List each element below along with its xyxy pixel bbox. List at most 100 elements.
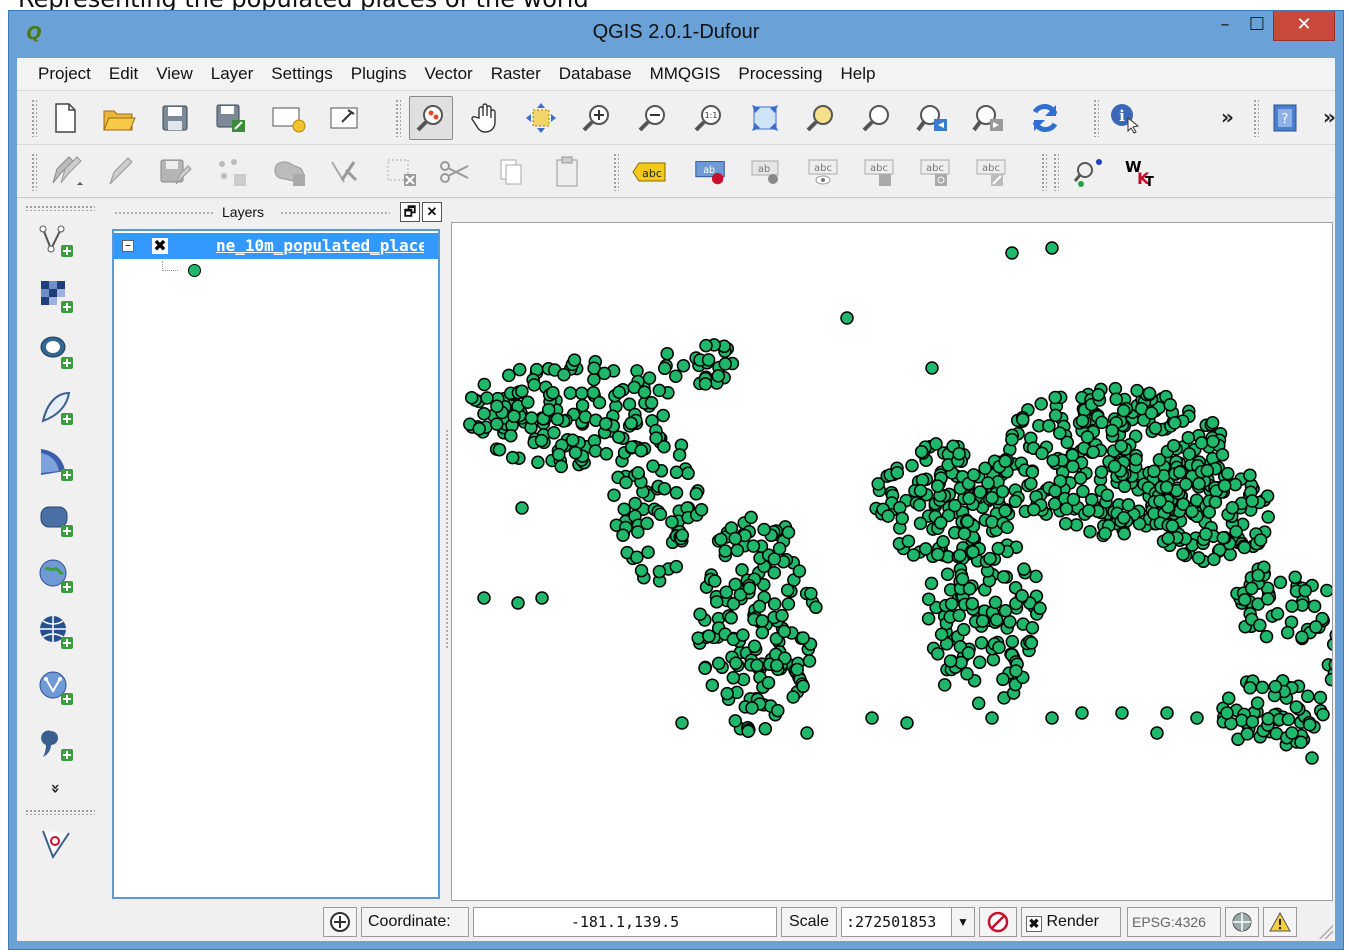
move-feature-icon[interactable] — [271, 154, 307, 190]
cut-features-icon[interactable] — [437, 154, 473, 190]
add-delimited-text-layer-icon[interactable] — [35, 723, 79, 767]
touch-zoom-pan-icon[interactable] — [409, 96, 453, 140]
messages-warning-icon[interactable] — [1263, 907, 1297, 937]
add-wfs-layer-icon[interactable] — [35, 667, 79, 711]
zoom-in-icon[interactable] — [579, 100, 615, 136]
add-postgis-layer-icon[interactable] — [35, 331, 79, 375]
crs-status[interactable]: EPSG:4326 — [1127, 907, 1221, 937]
new-project-icon[interactable] — [47, 100, 83, 136]
zoom-to-layer-icon[interactable] — [859, 100, 895, 136]
projection-icon[interactable] — [1225, 907, 1259, 937]
help-contents-icon[interactable]: ? — [1267, 100, 1303, 136]
pan-to-selection-icon[interactable] — [523, 100, 559, 136]
scale-field[interactable]: :272501853 — [841, 907, 953, 937]
identify-features-icon[interactable]: i — [1107, 100, 1143, 136]
copy-features-icon[interactable] — [493, 154, 529, 190]
float-panel-icon[interactable]: 🗗 — [400, 202, 420, 222]
add-wms-layer-icon[interactable] — [35, 555, 79, 599]
menu-raster[interactable]: Raster — [482, 58, 550, 90]
label-preview-icon[interactable]: abc — [805, 154, 841, 190]
zoom-last-icon[interactable] — [915, 100, 951, 136]
left-toolbar-overflow-icon[interactable]: » — [47, 783, 66, 793]
add-raster-layer-icon[interactable] — [35, 275, 79, 319]
toolbar-overflow-icon[interactable]: » — [1323, 105, 1336, 129]
render-checkbox[interactable]: ✖ — [1026, 916, 1042, 932]
add-spatialite-layer-icon[interactable] — [35, 387, 79, 431]
layer-labeling-icon[interactable]: abc — [631, 154, 667, 190]
add-feature-icon[interactable] — [213, 154, 249, 190]
toolbar-grip[interactable] — [25, 205, 95, 211]
save-as-icon[interactable] — [213, 100, 249, 136]
menu-vector[interactable]: Vector — [416, 58, 482, 90]
layer-row[interactable]: – ✖ ne_10m_populated_places_simple — [114, 233, 438, 259]
layers-panel-header[interactable]: Layers 🗗 ✕ — [110, 201, 444, 225]
node-tool-icon[interactable] — [327, 154, 363, 190]
toolbar-grip[interactable] — [1093, 99, 1099, 137]
zoom-next-icon[interactable] — [971, 100, 1007, 136]
paste-features-icon[interactable] — [549, 154, 585, 190]
menu-project[interactable]: Project — [29, 58, 100, 90]
delete-selected-icon[interactable] — [383, 154, 419, 190]
stop-render-icon[interactable] — [979, 907, 1017, 937]
label-pin-icon[interactable]: ab — [693, 154, 729, 190]
current-edits-icon[interactable] — [47, 154, 83, 190]
toolbar-grip[interactable] — [31, 99, 37, 137]
title-bar[interactable]: QGIS 2.0.1-Dufour – ☐ ✕ — [9, 11, 1343, 58]
maximize-button[interactable]: ☐ — [1241, 11, 1273, 41]
vertex-plugin-icon[interactable] — [35, 823, 79, 867]
map-canvas[interactable] — [451, 222, 1333, 901]
open-project-icon[interactable] — [101, 100, 137, 136]
zoom-full-icon[interactable] — [747, 100, 783, 136]
menu-layer[interactable]: Layer — [202, 58, 263, 90]
menu-database[interactable]: Database — [550, 58, 641, 90]
composer-manager-icon[interactable] — [327, 100, 363, 136]
toggle-editing-icon[interactable] — [101, 154, 137, 190]
toolbar-grip[interactable] — [395, 99, 401, 137]
toolbar-grip[interactable] — [25, 809, 95, 815]
zoom-actual-size-icon[interactable]: 1:1 — [691, 100, 727, 136]
menu-processing[interactable]: Processing — [729, 58, 831, 90]
toggle-extents-icon[interactable] — [323, 907, 357, 937]
toolbar-grip[interactable] — [1041, 153, 1047, 191]
new-print-composer-icon[interactable] — [271, 100, 307, 136]
coordinate-field[interactable]: -181.1,139.5 — [473, 907, 777, 937]
layer-tree[interactable]: – ✖ ne_10m_populated_places_simple — [112, 229, 440, 899]
toolbar-grip[interactable] — [1253, 99, 1259, 137]
change-label-icon[interactable]: abc — [973, 154, 1009, 190]
toolbar-grip[interactable] — [31, 153, 37, 191]
wkt-icon[interactable]: WKT — [1121, 154, 1157, 190]
layer-visibility-checkbox[interactable]: ✖ — [152, 238, 168, 254]
rotate-label-icon[interactable]: abc — [917, 154, 953, 190]
zoom-out-icon[interactable] — [635, 100, 671, 136]
menu-plugins[interactable]: Plugins — [342, 58, 416, 90]
collapse-icon[interactable]: – — [122, 239, 134, 252]
add-oracle-layer-icon[interactable] — [35, 499, 79, 543]
resize-grip[interactable] — [1317, 923, 1333, 939]
add-wcs-layer-icon[interactable] — [35, 611, 79, 655]
toolbar-grip[interactable] — [1053, 153, 1059, 191]
zoom-to-selection-icon[interactable] — [803, 100, 839, 136]
georeferencer-icon[interactable] — [1071, 154, 1107, 190]
refresh-icon[interactable] — [1027, 100, 1063, 136]
save-layer-edits-icon[interactable] — [157, 154, 193, 190]
save-project-icon[interactable] — [157, 100, 193, 136]
add-mssql-layer-icon[interactable] — [35, 443, 79, 487]
minimize-button[interactable]: – — [1209, 11, 1241, 41]
toolbar-overflow-icon[interactable]: » — [1221, 105, 1234, 129]
menu-view[interactable]: View — [147, 58, 202, 90]
close-button[interactable]: ✕ — [1273, 11, 1335, 41]
add-vector-layer-icon[interactable] — [35, 219, 79, 263]
pan-map-icon[interactable] — [467, 100, 503, 136]
render-toggle[interactable]: ✖ Render — [1021, 907, 1121, 937]
move-label-icon[interactable]: abc — [861, 154, 897, 190]
menu-help[interactable]: Help — [832, 58, 885, 90]
menu-edit[interactable]: Edit — [100, 58, 147, 90]
scale-dropdown-icon[interactable]: ▼ — [951, 907, 975, 937]
show-hide-labels-icon[interactable]: ab — [749, 154, 785, 190]
layer-name[interactable]: ne_10m_populated_places_simple — [216, 236, 424, 255]
panel-splitter[interactable] — [444, 199, 450, 901]
close-panel-icon[interactable]: ✕ — [422, 202, 442, 222]
menu-mmqgis[interactable]: MMQGIS — [641, 58, 730, 90]
toolbar-grip[interactable] — [613, 153, 619, 191]
menu-settings[interactable]: Settings — [262, 58, 341, 90]
